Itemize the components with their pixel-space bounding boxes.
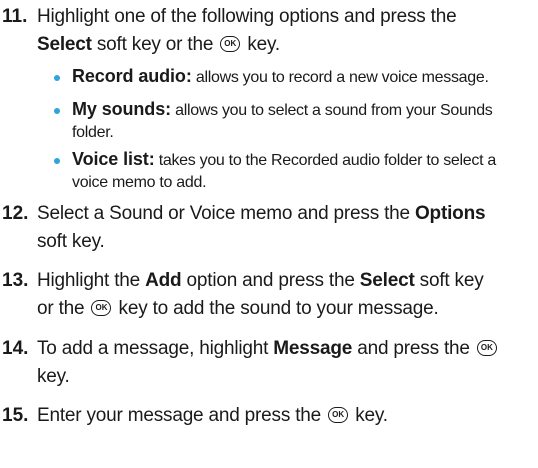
add-option-label: Add [145, 270, 182, 291]
option-description: takes you to the Recorded audio folder t… [154, 152, 497, 169]
step-text: key. [37, 366, 70, 387]
select-softkey-label: Select [359, 270, 415, 291]
bullet-icon [54, 75, 60, 81]
step-text-part: soft key [414, 270, 484, 291]
option-record-audio: Record audio: allows you to record a new… [72, 66, 489, 88]
option-voice-list: Voice list: takes you to the Recorded au… [72, 149, 496, 171]
step-text-part: option and press the [181, 270, 360, 291]
ok-key-label: OK [332, 410, 345, 419]
option-description-continued: folder. [72, 124, 114, 141]
step-text-part: Enter your message and press the [37, 405, 327, 426]
step-text-part: or the [37, 298, 90, 319]
bullet-icon [54, 158, 60, 164]
ok-key-label: OK [95, 303, 108, 312]
step-text: or the OK key to add the sound to your m… [37, 297, 439, 321]
option-title: My sounds: [72, 99, 172, 119]
option-description: allows you to select a sound from your S… [171, 102, 493, 119]
step-text-part: key. [242, 34, 280, 55]
ok-key-icon: OK [91, 300, 112, 316]
step-text: To add a message, highlight Message and … [37, 337, 499, 361]
step-number: 12. [2, 203, 29, 224]
ok-key-label: OK [224, 39, 237, 48]
step-text-part: To add a message, highlight [37, 338, 274, 359]
ok-key-icon: OK [476, 340, 497, 356]
option-description-continued: voice memo to add. [72, 174, 207, 191]
ok-key-icon: OK [220, 36, 241, 52]
step-number: 14. [2, 338, 29, 359]
step-text-part: key. [350, 405, 388, 426]
step-text: Select soft key or the OK key. [37, 33, 280, 57]
step-text: Highlight the Add option and press the S… [37, 269, 484, 293]
step-text: Highlight one of the following options a… [37, 6, 457, 27]
step-number: 11. [2, 6, 28, 27]
option-title: Voice list: [72, 149, 155, 169]
manual-page: 11. Highlight one of the following optio… [0, 0, 538, 468]
step-text-part: soft key or the [91, 34, 219, 55]
bullet-icon [54, 108, 60, 114]
step-number: 15. [2, 405, 29, 426]
select-softkey-label: Select [37, 34, 92, 55]
step-text: Enter your message and press the OK key. [37, 404, 388, 428]
option-my-sounds: My sounds: allows you to select a sound … [72, 99, 493, 121]
option-description: allows you to record a new voice message… [191, 69, 489, 86]
message-option-label: Message [273, 338, 353, 359]
step-text-part: key to add the sound to your message. [113, 298, 439, 319]
step-text-part: Select a Sound or Voice memo and press t… [37, 203, 415, 224]
ok-key-icon: OK [328, 407, 349, 423]
step-text: soft key. [37, 231, 105, 252]
step-text-part: Highlight the [37, 270, 146, 291]
step-text: Select a Sound or Voice memo and press t… [37, 202, 486, 226]
step-text-part: and press the [352, 338, 475, 359]
option-title: Record audio: [72, 66, 192, 86]
ok-key-label: OK [480, 343, 493, 352]
step-number: 13. [2, 270, 29, 291]
options-softkey-label: Options [414, 203, 486, 224]
